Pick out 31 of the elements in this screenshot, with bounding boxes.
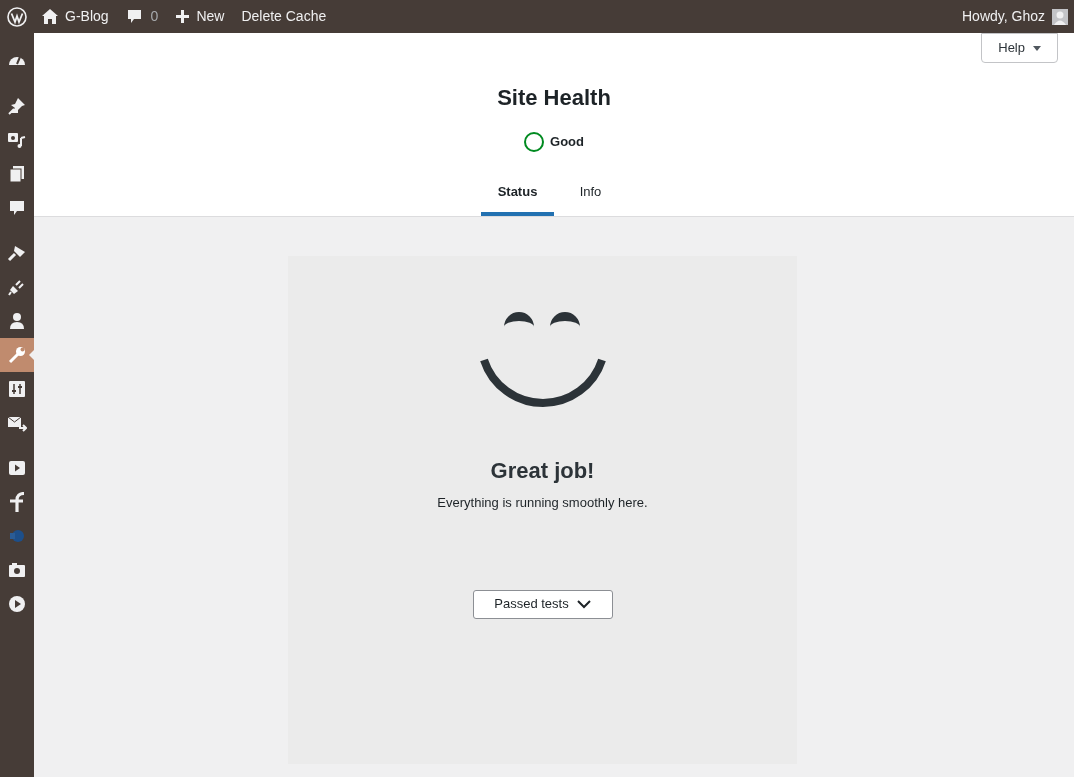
tab[interactable]: Status (481, 167, 554, 216)
pages-icon (7, 164, 27, 184)
paintbrush-icon (7, 243, 27, 263)
user-icon (7, 311, 27, 331)
delete-cache-link[interactable]: Delete Cache (233, 6, 335, 27)
plug-icon (7, 277, 27, 297)
wordpress-logo-icon (7, 6, 27, 27)
letter-f-icon (7, 492, 27, 512)
chevron-down-icon (576, 599, 591, 609)
page-title: Site Health (497, 84, 611, 112)
user-avatar-icon (1052, 8, 1068, 25)
sliders-icon (7, 379, 27, 399)
media-icon (7, 130, 27, 150)
comments-link[interactable]: 0 (117, 0, 168, 33)
speech-bubble-icon (126, 9, 142, 24)
passed-tests-button[interactable]: Passed tests (472, 589, 613, 619)
video-play-icon (7, 458, 27, 478)
result-title: Great job! (490, 457, 595, 485)
wrench-icon (7, 345, 27, 365)
camera-icon (7, 560, 27, 580)
health-status: Good (550, 133, 584, 152)
help-button[interactable]: Help (981, 33, 1058, 63)
result-message: Everything is running smoothly here. (437, 494, 648, 512)
home-icon (42, 9, 58, 24)
site-name-link[interactable]: G-Blog (34, 0, 118, 33)
user-account-link[interactable]: Howdy, Ghoz (962, 0, 1074, 33)
tab[interactable]: Info (554, 167, 627, 216)
plus-icon (176, 10, 190, 23)
new-content-link[interactable]: New (167, 0, 234, 33)
pushpin-icon (7, 96, 27, 116)
play-circle-icon (7, 594, 27, 614)
